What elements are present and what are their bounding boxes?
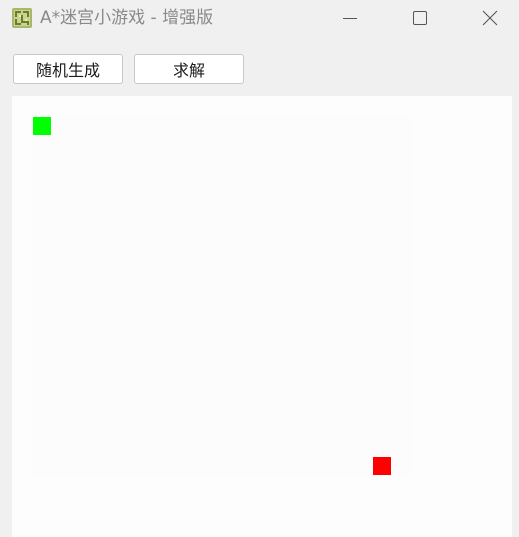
title-bar[interactable]: A*迷宫小游戏 - 增强版: [0, 0, 519, 36]
start-cell: [33, 117, 51, 135]
maximize-icon: [413, 11, 427, 25]
maze-app-icon: [12, 8, 32, 28]
close-icon: [482, 10, 498, 26]
maze-canvas[interactable]: [12, 96, 512, 537]
close-button[interactable]: [467, 0, 513, 36]
generate-maze-button[interactable]: 随机生成: [13, 54, 123, 84]
minimize-button[interactable]: [327, 0, 373, 36]
window-title: A*迷宫小游戏 - 增强版: [40, 8, 214, 28]
goal-cell: [373, 457, 391, 475]
maximize-button[interactable]: [397, 0, 443, 36]
maze-grid: [32, 116, 412, 476]
minimize-icon: [343, 18, 357, 19]
app-window: A*迷宫小游戏 - 增强版 随机生成 求解: [0, 0, 519, 537]
solve-button[interactable]: 求解: [134, 54, 244, 84]
